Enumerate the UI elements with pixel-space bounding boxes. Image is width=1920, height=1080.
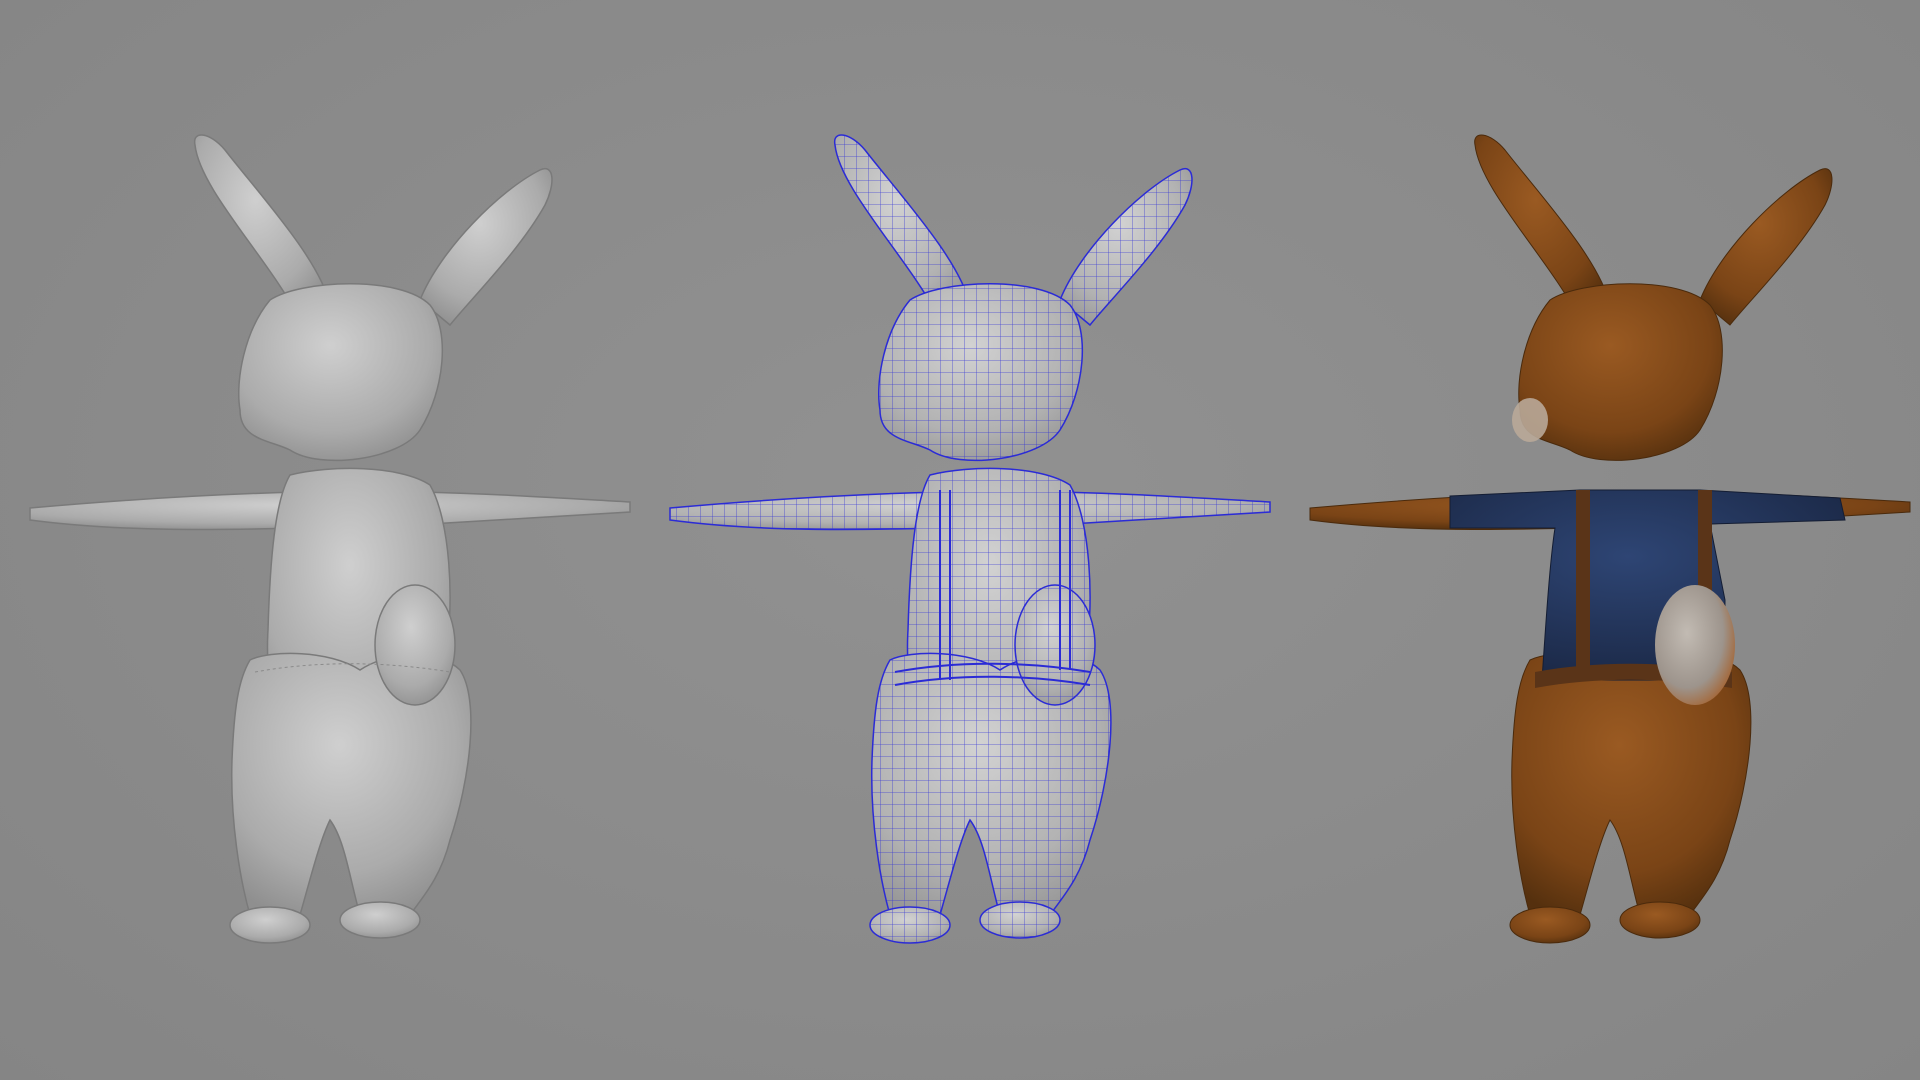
fluffy-tail	[1655, 585, 1735, 705]
bunny-body-solid	[29, 134, 631, 944]
bunny-model-smooth-shaded[interactable]	[0, 0, 640, 1080]
bunny-model-textured[interactable]	[1280, 0, 1920, 1080]
wireframe-mesh-overlay	[670, 134, 1270, 943]
bunny-model-wireframe[interactable]	[640, 0, 1280, 1080]
3d-viewport[interactable]	[0, 0, 1920, 1080]
muzzle-patch	[1512, 398, 1548, 442]
blue-shirt	[1449, 489, 1846, 681]
